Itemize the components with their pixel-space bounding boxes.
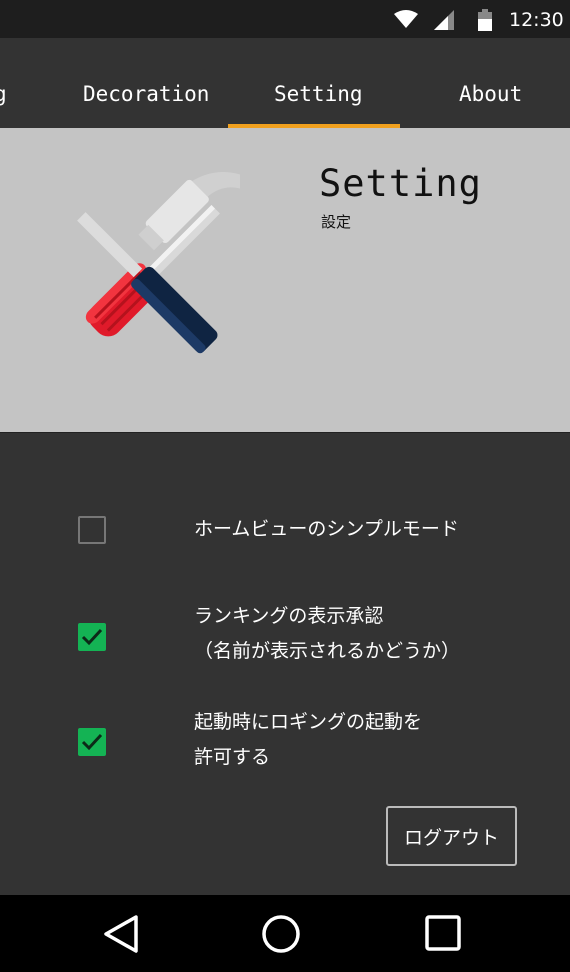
signal-icon [434,10,454,30]
simple-mode-label: ホームビューのシンプルモード [194,518,459,540]
logging-label-line2: 許可する [194,746,271,768]
checkmark-icon [81,733,103,751]
logging-label-line1: 起動時にロギングの起動を [194,711,423,733]
simple-mode-checkbox[interactable] [78,516,106,544]
tab-bar: g Decoration Setting About [0,38,570,127]
logging-checkbox[interactable] [78,728,106,756]
tab-setting[interactable]: Setting [274,82,363,106]
ranking-label-line1: ランキングの表示承認 [194,605,384,627]
logout-button[interactable]: ログアウト [386,806,517,866]
tab-about[interactable]: About [459,82,522,106]
checkmark-icon [81,628,103,646]
home-icon[interactable] [261,914,301,954]
back-icon[interactable] [102,914,140,954]
navigation-bar [0,895,570,972]
page-subtitle: 設定 [321,213,352,231]
tab-decoration[interactable]: Decoration [83,82,209,106]
battery-icon [478,9,492,31]
tab-partial[interactable]: g [0,82,7,106]
ranking-label-line2: （名前が表示されるかどうか） [194,640,461,662]
status-bar: 12:30 [0,0,570,38]
wifi-icon [394,10,418,28]
hammer-screwdriver-icon [77,172,240,354]
divider [0,432,570,433]
recents-icon[interactable] [425,914,461,952]
ranking-checkbox[interactable] [78,623,106,651]
clock-time: 12:30 [509,9,564,31]
page-title: Setting [319,162,482,205]
